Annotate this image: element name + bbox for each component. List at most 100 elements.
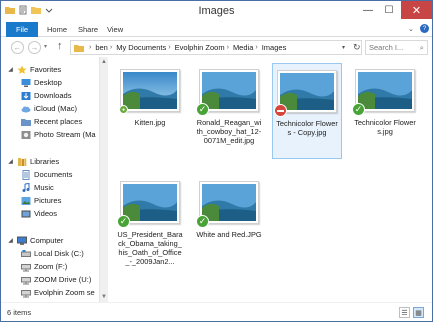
file-tile[interactable]: ✓ Technicolor Flowers.jpg [350, 63, 420, 155]
checkmark-icon: ✓ [117, 215, 130, 228]
breadcrumb-media[interactable]: Media [233, 43, 253, 52]
scroll-up-icon[interactable]: ▲ [101, 59, 107, 65]
file-name: White and Red.JPG [196, 230, 262, 239]
expand-caret-icon[interactable]: ◢ [7, 66, 14, 73]
breadcrumb-separator-icon: › [89, 44, 92, 51]
expand-caret-icon[interactable]: ◢ [7, 237, 14, 244]
nav-item-icloud[interactable]: iCloud (Mac) [21, 102, 77, 115]
breadcrumb-ben[interactable]: ben [95, 43, 108, 52]
refresh-icon[interactable]: ↻ [353, 42, 361, 53]
nav-item-label: Videos [34, 209, 58, 218]
nav-item-label: iCloud (Mac) [34, 104, 78, 113]
minimize-button[interactable]: — [358, 1, 378, 19]
file-thumbnail: ✓ [196, 69, 259, 116]
nav-group-libraries[interactable]: ◢ Libraries [7, 155, 59, 168]
navigation-pane: ◢ Favorites Desktop Downloads iCloud (Ma… [1, 57, 100, 302]
file-thumbnail: ✓ [352, 69, 415, 116]
nav-item-documents[interactable]: Documents [21, 168, 72, 181]
file-tile[interactable]: Technicolor Flowers - Copy.jpg [272, 63, 342, 159]
image-thumbnail-icon [358, 72, 412, 109]
large-icons-view-button[interactable]: ▦ [413, 307, 424, 318]
nav-item-desktop[interactable]: Desktop [21, 76, 62, 89]
image-thumbnail-icon [202, 72, 256, 109]
title-bar: Images — ☐ ✕ [1, 1, 432, 22]
nav-item-label: Desktop [34, 78, 62, 87]
tab-view[interactable]: View [107, 25, 123, 34]
error-icon [274, 104, 287, 117]
expand-caret-icon[interactable]: ◢ [7, 158, 14, 165]
documents-icon [22, 169, 30, 180]
nav-item-label: Recent places [34, 117, 83, 126]
recent-places-icon [21, 118, 31, 126]
address-bar[interactable]: › ben › My Documents › Evolphin Zoom › M… [70, 40, 362, 55]
file-thumbnail [274, 70, 337, 117]
tab-home[interactable]: Home [47, 25, 67, 34]
nav-group-label: Computer [30, 236, 64, 245]
image-thumbnail-icon [123, 72, 177, 109]
ribbon-expand-icon[interactable]: ⌄ [408, 25, 414, 33]
nav-item-zoom-f[interactable]: Zoom (F:) [21, 260, 67, 273]
file-tile[interactable]: ✓ US_President_Barack_Obama_taking_his_O… [115, 175, 185, 275]
nav-group-label: Libraries [30, 157, 60, 166]
nav-item-zoom-drive[interactable]: ZOOM Drive (U:) [21, 273, 91, 286]
recent-locations-icon[interactable]: ▾ [44, 43, 47, 50]
scroll-down-icon[interactable]: ▼ [101, 294, 107, 300]
nav-group-favorites[interactable]: ◢ Favorites [7, 63, 61, 76]
nav-item-recent-places[interactable]: Recent places [21, 115, 82, 128]
item-count: 6 items [7, 308, 32, 317]
drive-icon [21, 249, 31, 257]
file-name: Kitten.jpg [134, 118, 166, 127]
nav-item-label: ZOOM Drive (U:) [34, 275, 92, 284]
image-thumbnail-icon [123, 184, 177, 221]
nav-group-label: Favorites [30, 65, 62, 74]
file-name: Technicolor Flowers.jpg [354, 118, 416, 136]
nav-item-label: Pictures [34, 196, 62, 205]
ribbon-tabs: File Home Share View ⌄ ? [1, 22, 432, 37]
breadcrumb-evolphin-zoom[interactable]: Evolphin Zoom [175, 43, 225, 52]
desktop-icon [21, 78, 31, 87]
pictures-icon [21, 196, 31, 205]
address-dropdown-icon[interactable]: ▾ [342, 44, 345, 51]
back-button[interactable]: ← [11, 41, 24, 54]
nav-item-label: Zoom (F:) [34, 262, 68, 271]
file-tile[interactable]: ✓ White and Red.JPG [194, 175, 264, 255]
up-button[interactable]: ↑ [57, 40, 63, 52]
help-icon[interactable]: ? [420, 24, 429, 33]
tab-file[interactable]: File [6, 22, 38, 37]
details-view-button[interactable]: ☰ [399, 307, 410, 318]
nav-group-computer[interactable]: ◢ Computer [7, 234, 63, 247]
photo-stream-icon [21, 130, 31, 139]
nav-item-photo-stream[interactable]: Photo Stream (Ma [21, 128, 96, 141]
image-thumbnail-icon [280, 73, 334, 110]
file-list: ● Kitten.jpg ✓ Ronald_Reagan_with_cowboy… [108, 57, 432, 302]
tab-share[interactable]: Share [78, 25, 98, 34]
file-tile[interactable]: ● Kitten.jpg [115, 63, 185, 155]
network-drive-icon [21, 289, 31, 297]
maximize-button[interactable]: ☐ [379, 1, 399, 19]
star-icon [17, 65, 27, 74]
nav-item-downloads[interactable]: Downloads [21, 89, 72, 102]
search-input[interactable]: Search I... ⌕ [365, 40, 428, 55]
breadcrumb-my-documents[interactable]: My Documents [116, 43, 166, 52]
file-tile[interactable]: ✓ Ronald_Reagan_with_cowboy_hat_12-0071M… [194, 63, 264, 175]
nav-item-label: Music [34, 183, 54, 192]
nav-item-label: Documents [34, 170, 73, 179]
search-placeholder: Search I... [369, 43, 404, 52]
checkmark-icon: ✓ [196, 103, 209, 116]
nav-item-pictures[interactable]: Pictures [21, 194, 61, 207]
nav-item-evolphin-zoom[interactable]: Evolphin Zoom se [21, 286, 95, 299]
file-name: Ronald_Reagan_with_cowboy_hat_12-0071M_e… [196, 118, 262, 145]
file-thumbnail: ✓ [196, 181, 259, 228]
image-thumbnail-icon [202, 184, 256, 221]
status-bar: 6 items ☰ ▦ [1, 302, 432, 321]
forward-button[interactable]: → [28, 41, 41, 54]
navpane-scrollbar[interactable]: ▲ ▼ [100, 57, 108, 302]
nav-item-local-disk[interactable]: Local Disk (C:) [21, 247, 84, 260]
breadcrumb-images[interactable]: Images [262, 43, 287, 52]
nav-item-music[interactable]: Music [21, 181, 54, 194]
checkmark-icon: ✓ [196, 215, 209, 228]
close-button[interactable]: ✕ [401, 1, 432, 19]
nav-item-videos[interactable]: Videos [21, 207, 57, 220]
nav-item-label: Local Disk (C:) [34, 249, 84, 258]
network-drive-icon [21, 276, 31, 284]
